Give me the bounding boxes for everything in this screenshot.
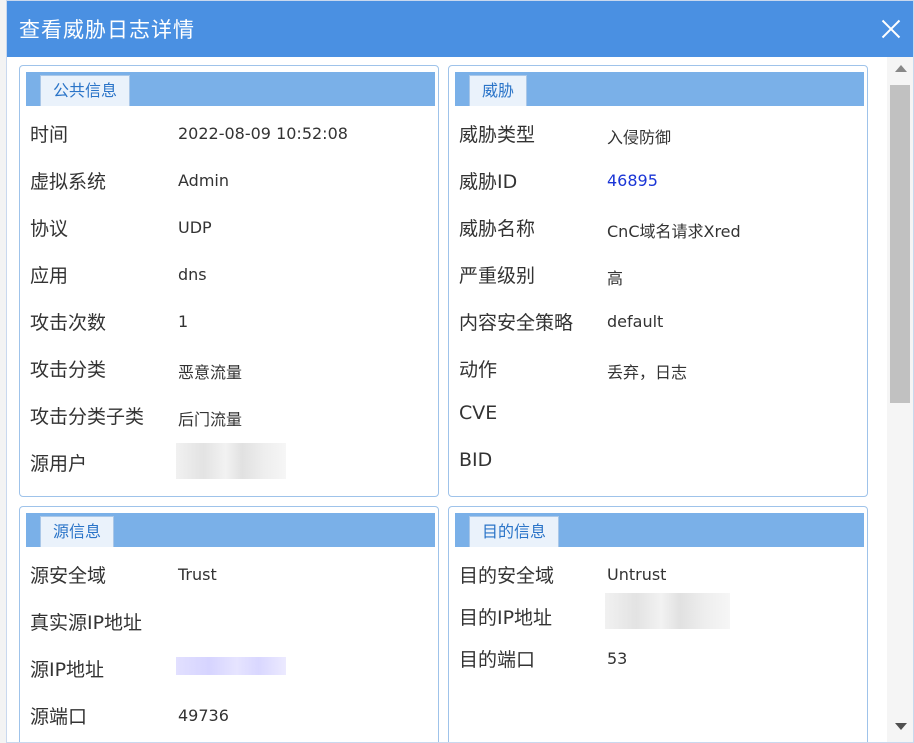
dest-info-panel: 目的信息 目的安全域 Untrust 目的IP地址 目的端口 53 bbox=[448, 506, 868, 742]
label-threat-type: 威胁类型 bbox=[459, 124, 536, 146]
row-source-zone: 源安全域 Trust bbox=[30, 561, 432, 591]
public-info-header: 公共信息 bbox=[26, 72, 435, 106]
scrollbar-thumb[interactable] bbox=[890, 85, 910, 403]
value-source-zone: Trust bbox=[178, 565, 217, 584]
row-time: 时间 2022-08-09 10:52:08 bbox=[30, 120, 432, 150]
scroll-down-arrow-icon[interactable] bbox=[895, 723, 907, 730]
label-bid: BID bbox=[459, 449, 493, 471]
label-threat-id: 威胁ID bbox=[459, 171, 518, 193]
public-info-panel: 公共信息 时间 2022-08-09 10:52:08 虚拟系统 Admin 协… bbox=[19, 65, 439, 497]
value-source-port: 49736 bbox=[178, 706, 229, 725]
value-time: 2022-08-09 10:52:08 bbox=[178, 124, 348, 143]
value-attack-category: 恶意流量 bbox=[178, 363, 243, 382]
public-info-tab: 公共信息 bbox=[40, 75, 131, 106]
label-attack-category: 攻击分类 bbox=[30, 359, 107, 381]
label-threat-name: 威胁名称 bbox=[459, 218, 536, 240]
value-protocol: UDP bbox=[178, 218, 212, 237]
label-action: 动作 bbox=[459, 359, 498, 381]
label-vsys: 虚拟系统 bbox=[30, 171, 107, 193]
row-dest-ip: 目的IP地址 bbox=[459, 593, 861, 633]
threat-header: 威胁 bbox=[455, 72, 864, 106]
row-cve: CVE bbox=[459, 402, 861, 432]
threat-log-detail-dialog: 查看威胁日志详情 公共信息 时间 2022-08-09 10:52:08 虚拟系… bbox=[6, 0, 914, 743]
row-dest-zone: 目的安全域 Untrust bbox=[459, 561, 861, 591]
label-application: 应用 bbox=[30, 265, 69, 287]
dialog-body: 公共信息 时间 2022-08-09 10:52:08 虚拟系统 Admin 协… bbox=[7, 57, 913, 742]
label-protocol: 协议 bbox=[30, 218, 69, 240]
row-attack-category: 攻击分类 恶意流量 bbox=[30, 355, 432, 385]
label-attack-count: 攻击次数 bbox=[30, 312, 107, 334]
value-attack-count: 1 bbox=[178, 312, 189, 331]
value-severity: 高 bbox=[607, 269, 624, 288]
value-threat-type: 入侵防御 bbox=[607, 128, 672, 147]
dialog-titlebar[interactable]: 查看威胁日志详情 bbox=[7, 1, 913, 57]
value-content-policy: default bbox=[607, 312, 664, 331]
label-source-zone: 源安全域 bbox=[30, 565, 107, 587]
vertical-scrollbar[interactable] bbox=[887, 57, 913, 742]
threat-tab: 威胁 bbox=[469, 75, 528, 106]
row-source-port: 源端口 49736 bbox=[30, 702, 432, 732]
row-protocol: 协议 UDP bbox=[30, 214, 432, 244]
source-info-header: 源信息 bbox=[26, 513, 435, 547]
label-dest-ip: 目的IP地址 bbox=[459, 607, 553, 629]
dest-info-tab: 目的信息 bbox=[469, 516, 560, 547]
row-dest-port: 目的端口 53 bbox=[459, 645, 861, 675]
close-icon[interactable] bbox=[881, 19, 901, 39]
label-content-policy: 内容安全策略 bbox=[459, 312, 574, 334]
redacted-source-ip bbox=[176, 657, 286, 675]
value-dest-zone: Untrust bbox=[607, 565, 667, 584]
redacted-source-user bbox=[176, 443, 286, 479]
label-severity: 严重级别 bbox=[459, 265, 536, 287]
value-vsys: Admin bbox=[178, 171, 229, 190]
label-attack-subcategory: 攻击分类子类 bbox=[30, 406, 145, 428]
redacted-dest-ip bbox=[605, 593, 730, 629]
label-source-port: 源端口 bbox=[30, 706, 88, 728]
row-application: 应用 dns bbox=[30, 261, 432, 291]
row-real-source-ip: 真实源IP地址 bbox=[30, 608, 432, 638]
row-content-policy: 内容安全策略 default bbox=[459, 308, 861, 338]
source-info-tab: 源信息 bbox=[40, 516, 115, 547]
source-info-panel: 源信息 源安全域 Trust 真实源IP地址 源IP地址 源端口 49736 bbox=[19, 506, 439, 742]
threat-id-link[interactable]: 46895 bbox=[607, 171, 658, 190]
row-attack-subcategory: 攻击分类子类 后门流量 bbox=[30, 402, 432, 432]
row-source-ip: 源IP地址 bbox=[30, 655, 432, 685]
value-application: dns bbox=[178, 265, 207, 284]
value-action: 丢弃，日志 bbox=[607, 363, 688, 382]
label-cve: CVE bbox=[459, 402, 498, 424]
scroll-up-arrow-icon[interactable] bbox=[895, 65, 907, 72]
row-threat-type: 威胁类型 入侵防御 bbox=[459, 120, 861, 150]
label-time: 时间 bbox=[30, 124, 69, 146]
row-bid: BID bbox=[459, 449, 861, 479]
label-dest-port: 目的端口 bbox=[459, 649, 536, 671]
threat-panel: 威胁 威胁类型 入侵防御 威胁ID 46895 威胁名称 CnC域名请求Xred… bbox=[448, 65, 868, 497]
label-source-user: 源用户 bbox=[30, 453, 88, 475]
label-dest-zone: 目的安全域 bbox=[459, 565, 555, 587]
row-threat-id: 威胁ID 46895 bbox=[459, 167, 861, 197]
row-source-user: 源用户 bbox=[30, 443, 432, 479]
row-attack-count: 攻击次数 1 bbox=[30, 308, 432, 338]
dialog-title: 查看威胁日志详情 bbox=[19, 18, 195, 42]
label-source-ip: 源IP地址 bbox=[30, 659, 105, 681]
row-vsys: 虚拟系统 Admin bbox=[30, 167, 432, 197]
value-threat-name: CnC域名请求Xred bbox=[607, 222, 741, 241]
value-attack-subcategory: 后门流量 bbox=[178, 410, 243, 429]
dest-info-header: 目的信息 bbox=[455, 513, 864, 547]
row-threat-name: 威胁名称 CnC域名请求Xred bbox=[459, 214, 861, 244]
label-real-source-ip: 真实源IP地址 bbox=[30, 612, 143, 634]
row-severity: 严重级别 高 bbox=[459, 261, 861, 291]
value-dest-port: 53 bbox=[607, 649, 628, 668]
row-action: 动作 丢弃，日志 bbox=[459, 355, 861, 385]
